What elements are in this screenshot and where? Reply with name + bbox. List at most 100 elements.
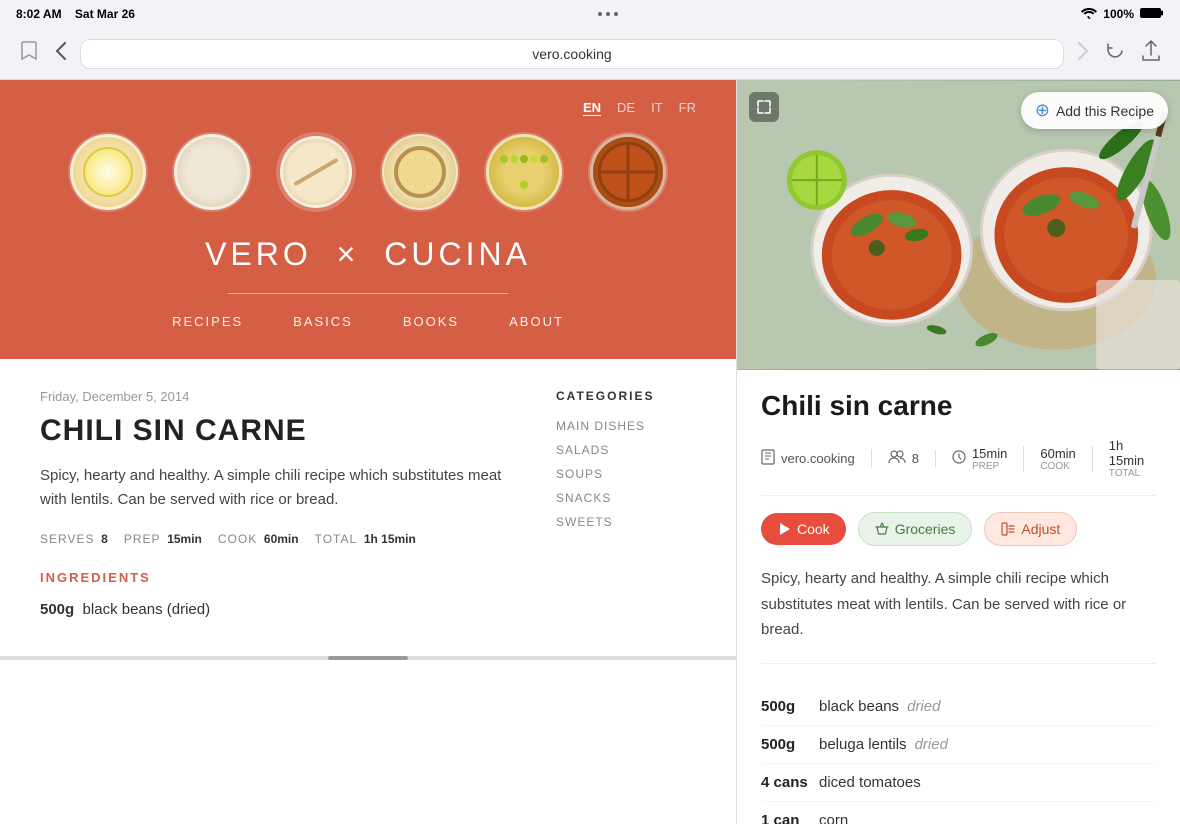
serves-item: 8 [888, 450, 936, 467]
adjust-button[interactable]: Adjust [984, 512, 1077, 546]
recipe-source-row: vero.cooking 8 15min PREP [761, 438, 1156, 496]
url-text: vero.cooking [532, 46, 611, 62]
article-content: Friday, December 5, 2014 CHILI SIN CARNE… [0, 359, 736, 656]
status-bar: 8:02 AM Sat Mar 26 100% [0, 0, 1180, 28]
serves-label: SERVES 8 [40, 532, 108, 546]
lang-fr[interactable]: FR [679, 100, 696, 116]
lang-de[interactable]: DE [617, 100, 635, 116]
bookmark-button[interactable] [16, 36, 42, 71]
lang-it[interactable]: IT [651, 100, 663, 116]
nav-about[interactable]: ABOUT [509, 314, 564, 329]
food-icon-4 [380, 132, 460, 212]
nav-books[interactable]: BOOKS [403, 314, 459, 329]
nav-basics[interactable]: BASICS [293, 314, 353, 329]
total-time-item: 1h 15min TOTAL [1109, 438, 1160, 479]
cook-time-value: 60min [1040, 446, 1075, 461]
ingredient-row-2: 500g beluga lentils dried [761, 726, 1156, 764]
article-description: Spicy, hearty and healthy. A simple chil… [40, 464, 516, 512]
back-button[interactable] [52, 38, 70, 69]
ing-note-1: dried [907, 698, 940, 715]
total-time-value: 1h 15min [1109, 438, 1144, 468]
ingredient-row-1: 500g black beans dried [761, 688, 1156, 726]
food-icon-3 [276, 132, 356, 212]
language-bar: EN DE IT FR [0, 100, 736, 132]
forward-button[interactable] [1074, 38, 1092, 69]
article-title: CHILI SIN CARNE [40, 414, 516, 448]
site-nav: RECIPES BASICS BOOKS ABOUT [0, 314, 736, 329]
site-header: EN DE IT FR [0, 80, 736, 359]
food-icon-6 [588, 132, 668, 212]
url-bar[interactable]: vero.cooking [80, 39, 1064, 69]
add-circle-icon: ⊕ [1035, 100, 1050, 121]
status-date: Sat Mar 26 [75, 7, 135, 21]
wifi-icon [1081, 7, 1097, 22]
add-recipe-button[interactable]: ⊕ Add this Recipe [1021, 92, 1168, 129]
reload-button[interactable] [1102, 38, 1128, 69]
adjust-icon [1001, 522, 1015, 536]
play-icon [777, 522, 791, 536]
prep-time-label: PREP [972, 461, 1007, 472]
cat-snacks[interactable]: SNACKS [556, 491, 696, 505]
battery-text: 100% [1103, 7, 1134, 21]
recipe-image-container: ⊕ Add this Recipe [737, 80, 1180, 370]
ingredient-list: 500g black beans dried 500g beluga lenti… [761, 688, 1156, 824]
ingredient-row-3: 4 cans diced tomatoes [761, 764, 1156, 802]
total-meta: TOTAL 1h 15min [315, 532, 416, 546]
cat-salads[interactable]: SALADS [556, 443, 696, 457]
status-time: 8:02 AM [16, 7, 62, 21]
ingredient-row-4: 1 can corn [761, 802, 1156, 824]
ing-amount-1: 500g [761, 698, 811, 715]
categories-title: CATEGORIES [556, 389, 696, 403]
groceries-button[interactable]: Groceries [858, 512, 973, 546]
prep-meta: PREP 15min [124, 532, 202, 546]
battery-icon [1140, 7, 1164, 22]
article-meta: SERVES 8 PREP 15min COOK 60min TOTAL 1h … [40, 532, 516, 546]
cat-main-dishes[interactable]: MAIN DISHES [556, 419, 696, 433]
food-icon-1 [68, 132, 148, 212]
action-row: Cook Groceries Adjust [761, 512, 1156, 546]
basket-icon [875, 522, 889, 536]
cat-sweets[interactable]: SWEETS [556, 515, 696, 529]
food-icon-2 [172, 132, 252, 212]
recipe-app-panel: ⊕ Add this Recipe Chili sin carne vero.c… [736, 80, 1180, 824]
ing-name-4: corn [819, 812, 848, 824]
ing-amount-2: 500g [761, 736, 811, 753]
nav-recipes[interactable]: RECIPES [172, 314, 243, 329]
ing-name-1: black beans [819, 698, 899, 715]
lang-en[interactable]: EN [583, 100, 601, 116]
people-icon [888, 450, 906, 467]
ingredient-1: 500g black beans (dried) [40, 601, 516, 618]
expand-button[interactable] [749, 92, 779, 122]
total-time-label: TOTAL [1109, 468, 1144, 479]
status-right: 100% [1081, 7, 1164, 22]
title-divider [228, 293, 508, 294]
food-icon-5 [484, 132, 564, 212]
ing-name-2: beluga lentils [819, 736, 907, 753]
cat-soups[interactable]: SOUPS [556, 467, 696, 481]
share-button[interactable] [1138, 36, 1164, 71]
food-icons-row [0, 132, 736, 212]
categories-sidebar: CATEGORIES MAIN DISHES SALADS SOUPS SNAC… [556, 389, 696, 626]
book-icon [761, 449, 775, 468]
add-recipe-label: Add this Recipe [1056, 103, 1154, 119]
serves-value: 8 [912, 451, 919, 466]
browser-bar: vero.cooking [0, 28, 1180, 80]
website-panel: EN DE IT FR [0, 80, 736, 824]
recipe-description: Spicy, hearty and healthy. A simple chil… [761, 566, 1156, 664]
cook-meta: COOK 60min [218, 532, 299, 546]
expand-icon [757, 100, 771, 114]
ing-amount-4: 1 can [761, 812, 811, 824]
ingredients-title: INGREDIENTS [40, 570, 516, 585]
source-website: vero.cooking [761, 449, 872, 468]
recipe-title: Chili sin carne [761, 390, 1156, 422]
ing-note-2: dried [915, 736, 948, 753]
ing-amount-3: 4 cans [761, 774, 811, 791]
article-main: Friday, December 5, 2014 CHILI SIN CARNE… [40, 389, 516, 626]
prep-time-item: 15min PREP [952, 446, 1024, 472]
clock-icon [952, 450, 966, 467]
article-date: Friday, December 5, 2014 [40, 389, 516, 404]
source-name: vero.cooking [781, 451, 855, 466]
main-area: EN DE IT FR [0, 80, 1180, 824]
cook-button[interactable]: Cook [761, 513, 846, 545]
scroll-indicator [0, 656, 736, 660]
